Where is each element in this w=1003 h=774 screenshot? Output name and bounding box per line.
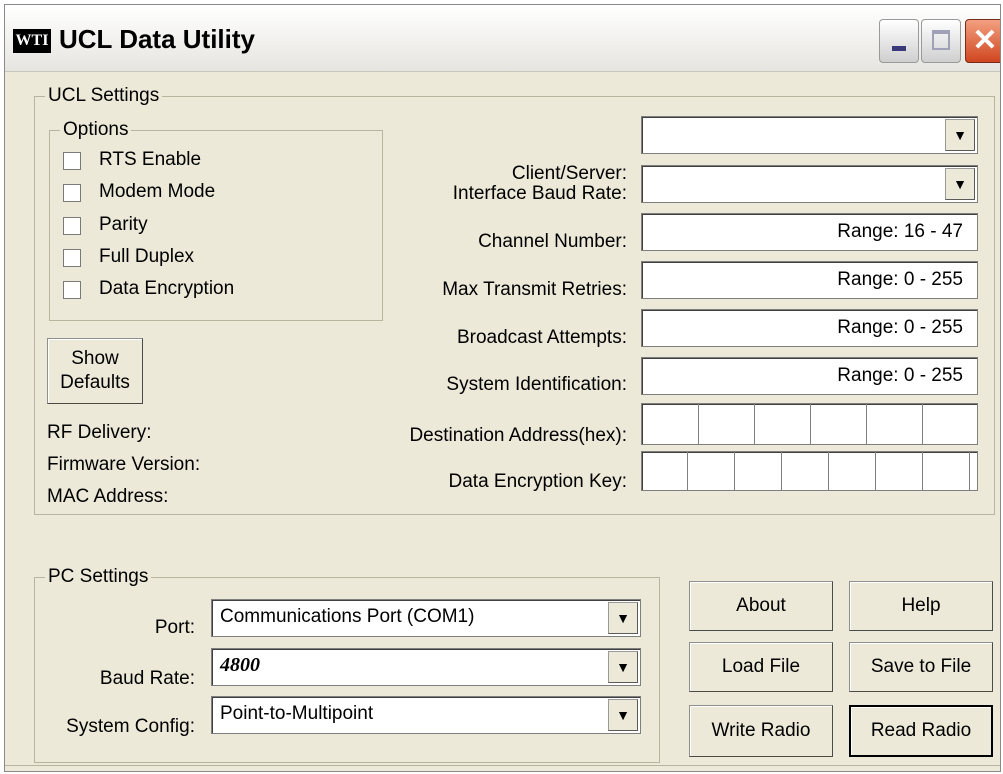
system-identification-placeholder: Range: 0 - 255 [837, 365, 963, 386]
channel-number-label: Channel Number: [478, 231, 627, 252]
mac-address-label: MAC Address: [47, 486, 169, 507]
broadcast-attempts-input[interactable]: Range: 0 - 255 [641, 309, 978, 347]
show-defaults-line2: Defaults [60, 372, 130, 393]
key-byte-field[interactable] [735, 452, 782, 490]
key-byte-field[interactable] [829, 452, 876, 490]
checkbox-label: Parity [99, 214, 148, 235]
close-icon: ✕ [972, 24, 998, 57]
checkbox-box[interactable] [63, 152, 81, 170]
about-button[interactable]: About [689, 581, 833, 631]
port-label: Port: [154, 617, 195, 638]
close-button[interactable]: ✕ [965, 19, 1000, 63]
write-radio-button[interactable]: Write Radio [689, 705, 833, 757]
save-to-file-button-label: Save to File [870, 656, 972, 677]
max-transmit-retries-placeholder: Range: 0 - 255 [837, 269, 963, 290]
max-transmit-retries-label: Max Transmit Retries: [442, 279, 627, 300]
system-identification-input[interactable]: Range: 0 - 255 [641, 357, 978, 395]
data-encryption-key-input[interactable] [641, 451, 978, 491]
port-value: Communications Port (COM1) [220, 606, 475, 627]
key-byte-field[interactable] [970, 452, 977, 490]
chevron-down-icon[interactable]: ▼ [945, 168, 975, 200]
key-byte-field[interactable] [782, 452, 829, 490]
hex-byte-field[interactable] [642, 404, 699, 444]
show-defaults-button[interactable]: Show Defaults [47, 338, 143, 404]
title-bar[interactable]: WTI UCL Data Utility ✕ [5, 5, 1000, 72]
chevron-down-icon[interactable]: ▼ [608, 699, 638, 731]
baud-rate-label: Baud Rate: [99, 668, 195, 689]
help-button[interactable]: Help [849, 581, 993, 631]
broadcast-attempts-label: Broadcast Attempts: [456, 327, 627, 348]
options-legend: Options [63, 119, 129, 140]
key-byte-field[interactable] [688, 452, 735, 490]
rf-delivery-label: RF Delivery: [47, 422, 152, 443]
read-radio-button[interactable]: Read Radio [849, 705, 993, 757]
interface-baud-rate-select[interactable]: ▼ [641, 165, 978, 203]
port-select[interactable]: Communications Port (COM1) ▼ [211, 599, 641, 637]
pc-settings-legend: PC Settings [48, 566, 149, 587]
checkbox-box[interactable] [63, 217, 81, 235]
chevron-down-icon[interactable]: ▼ [945, 119, 975, 151]
help-button-label: Help [901, 595, 941, 616]
hex-byte-field[interactable] [699, 404, 755, 444]
read-radio-button-label: Read Radio [870, 720, 972, 741]
checkbox-label: Full Duplex [99, 246, 195, 267]
baud-rate-value: 4800 [220, 654, 260, 676]
broadcast-attempts-placeholder: Range: 0 - 255 [837, 317, 963, 338]
checkbox-label: Modem Mode [99, 181, 216, 202]
about-button-label: About [736, 595, 786, 616]
client-server-select[interactable]: ▼ [641, 116, 978, 154]
hex-byte-field[interactable] [811, 404, 867, 444]
system-config-select[interactable]: Point-to-Multipoint ▼ [211, 696, 641, 734]
interface-baud-rate-label: Interface Baud Rate: [452, 183, 627, 204]
max-transmit-retries-input[interactable]: Range: 0 - 255 [641, 261, 978, 299]
hex-byte-field[interactable] [755, 404, 811, 444]
baud-rate-select[interactable]: 4800 ▼ [211, 648, 641, 686]
save-to-file-button[interactable]: Save to File [849, 642, 993, 692]
key-byte-field[interactable] [642, 452, 688, 490]
app-icon: WTI [13, 29, 51, 53]
checkbox-label: Data Encryption [99, 278, 235, 299]
chevron-down-icon[interactable]: ▼ [608, 651, 638, 683]
load-file-button-label: Load File [721, 656, 801, 677]
system-config-label: System Config: [66, 716, 195, 737]
system-identification-label: System Identification: [446, 374, 627, 395]
write-radio-button-label: Write Radio [711, 720, 811, 741]
minimize-button[interactable] [879, 19, 919, 63]
maximize-button[interactable] [921, 19, 961, 63]
destination-address-label: Destination Address(hex): [409, 425, 627, 446]
minimize-icon [892, 46, 906, 51]
key-byte-field[interactable] [923, 452, 970, 490]
system-config-value: Point-to-Multipoint [220, 703, 374, 724]
hex-byte-field[interactable] [867, 404, 923, 444]
chevron-down-icon[interactable]: ▼ [608, 602, 638, 634]
maximize-icon [932, 30, 950, 50]
client-server-label: Client/Server: [511, 163, 627, 184]
window-title: UCL Data Utility [59, 24, 255, 54]
show-defaults-line1: Show [71, 348, 119, 369]
channel-number-placeholder: Range: 16 - 47 [837, 221, 963, 242]
app-window: WTI UCL Data Utility ✕ UCL Settings Opti… [4, 4, 1001, 772]
data-encryption-key-label: Data Encryption Key: [448, 471, 627, 492]
key-byte-field[interactable] [876, 452, 923, 490]
checkbox-box[interactable] [63, 184, 81, 202]
channel-number-input[interactable]: Range: 16 - 47 [641, 213, 978, 251]
ucl-settings-legend: UCL Settings [48, 85, 160, 106]
destination-address-input[interactable] [641, 403, 978, 445]
load-file-button[interactable]: Load File [689, 642, 833, 692]
checkbox-box[interactable] [63, 281, 81, 299]
firmware-version-label: Firmware Version: [47, 454, 201, 475]
hex-byte-field[interactable] [923, 404, 977, 444]
checkbox-box[interactable] [63, 249, 81, 267]
status-bar [5, 765, 1000, 771]
checkbox-label: RTS Enable [99, 149, 202, 170]
